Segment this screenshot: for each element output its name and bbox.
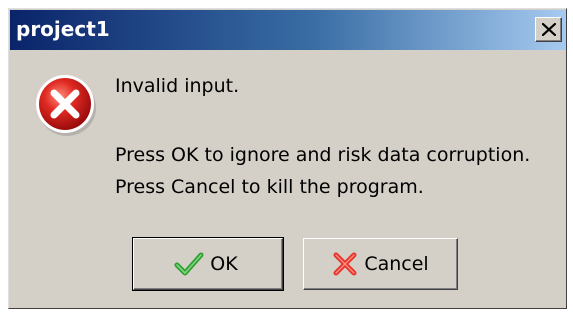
message-cancel-hint: Press Cancel to kill the program. xyxy=(115,176,424,198)
error-dialog: project1 Invalid input. Press OK to igno… xyxy=(8,8,567,309)
message-title: Invalid input. xyxy=(115,75,240,97)
message-ok-hint: Press OK to ignore and risk data corrupt… xyxy=(115,144,531,166)
cross-icon xyxy=(333,252,357,276)
close-button[interactable] xyxy=(535,17,562,42)
ok-button[interactable]: OK xyxy=(132,237,284,291)
checkmark-icon xyxy=(174,252,204,276)
window-title: project1 xyxy=(16,17,110,41)
close-icon xyxy=(542,23,556,36)
cancel-button[interactable]: Cancel xyxy=(303,238,458,290)
ok-button-label: OK xyxy=(210,253,238,275)
cancel-button-label: Cancel xyxy=(364,253,429,275)
error-icon xyxy=(36,75,96,136)
title-bar[interactable]: project1 xyxy=(10,10,566,50)
